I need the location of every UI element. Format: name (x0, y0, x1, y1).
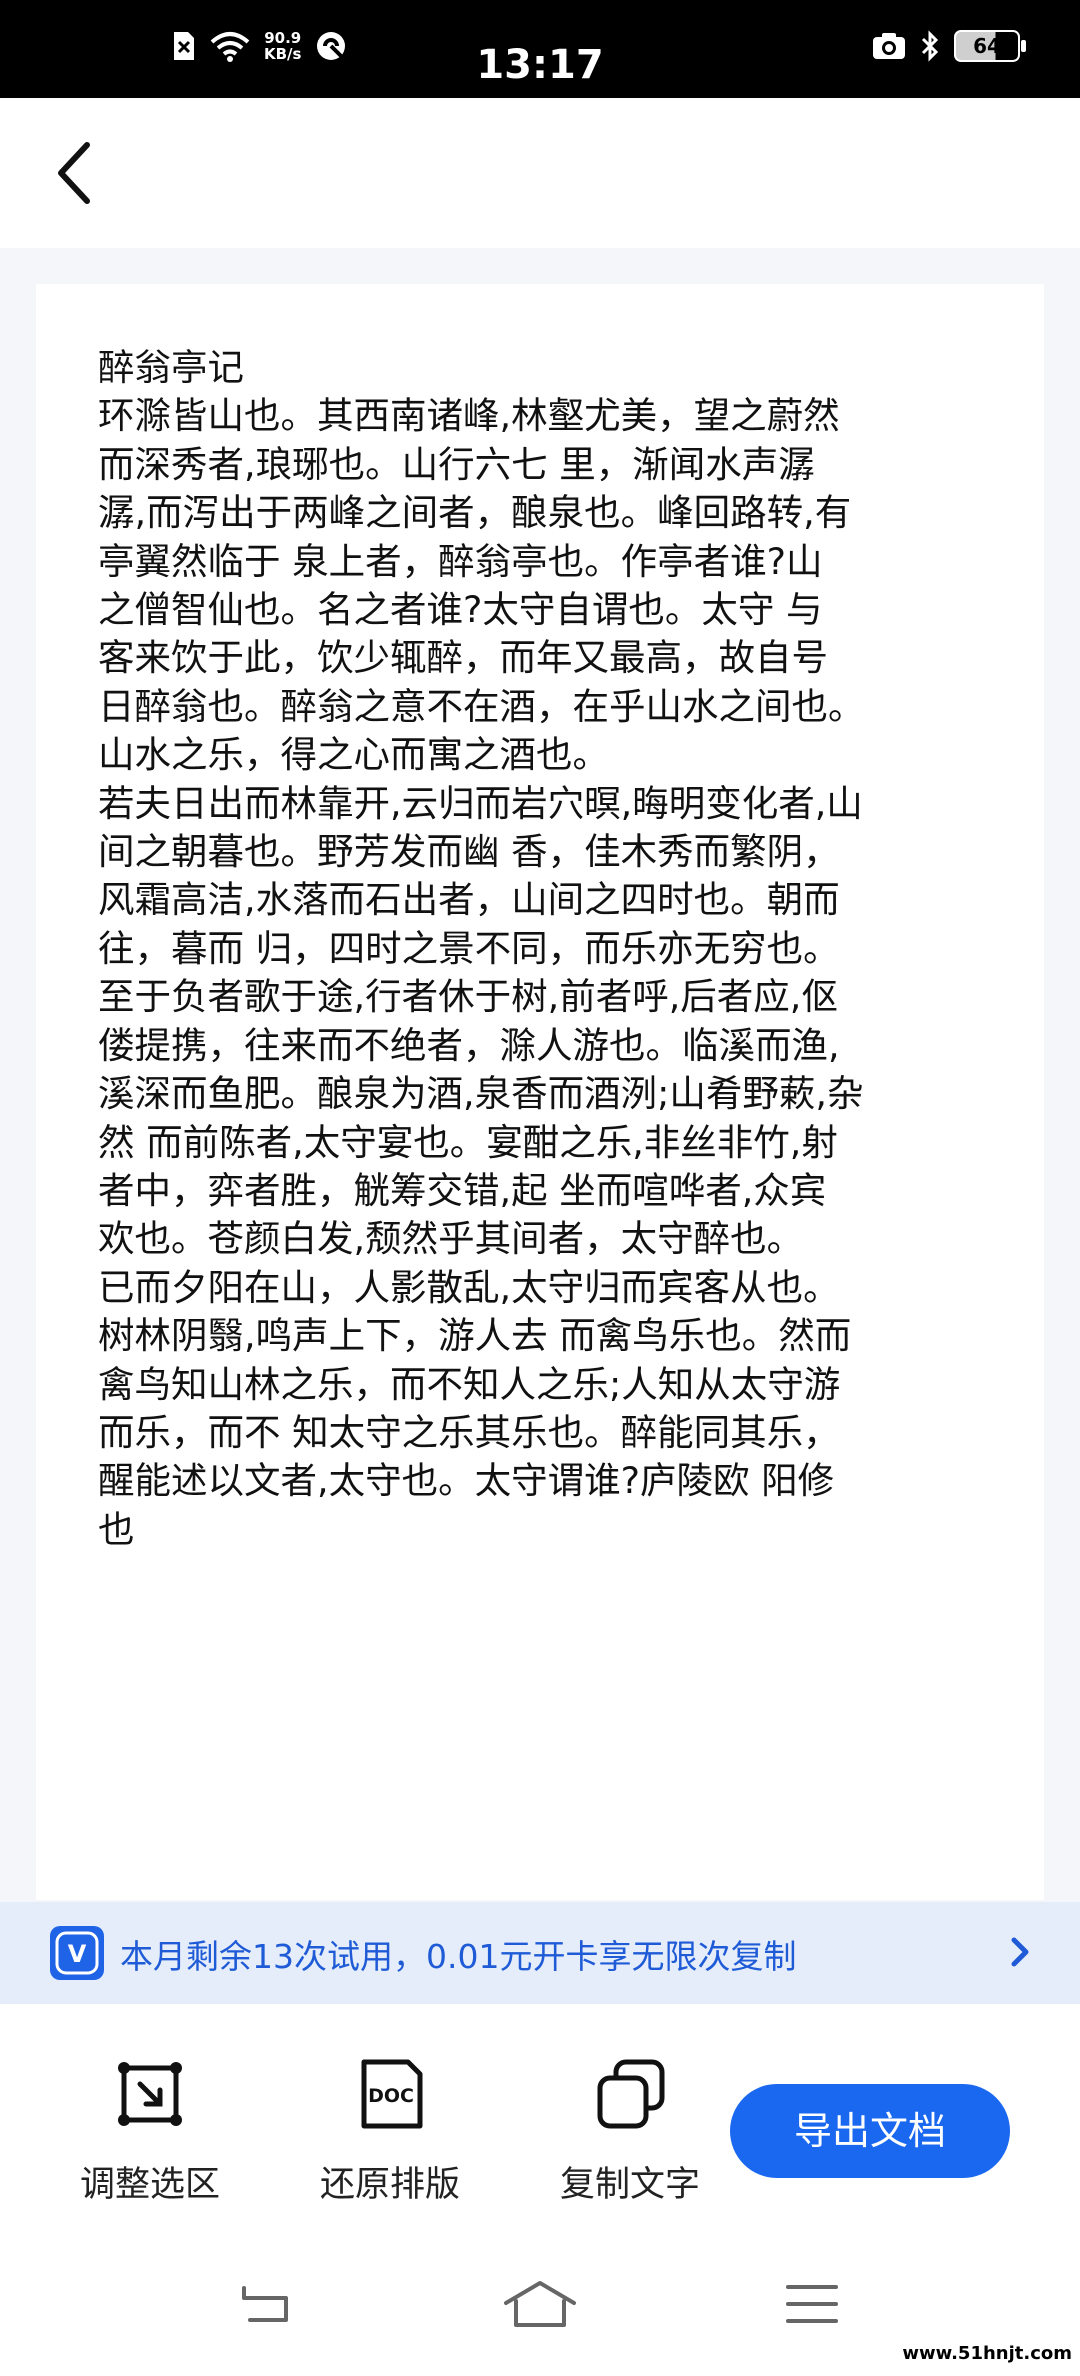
trial-promo-banner[interactable]: V 本月剩余13次试用，0.01元开卡享无限次复制 (0, 1902, 1080, 2004)
doc-icon: DOC (361, 2059, 423, 2129)
site-watermark: www.51hnjt.com (902, 2343, 1072, 2364)
nav-back-button[interactable] (228, 2274, 308, 2334)
nav-menu-icon (786, 2285, 838, 2323)
recognized-text-card: 醉翁亭记 环滁皆山也。其西南诸峰,林壑尤美，望之蔚然 而深秀者,琅琊也。山行六七… (36, 284, 1044, 1900)
text-line: 间之朝暮也。野芳发而幽 香，佳木秀而繁阴， (98, 830, 840, 874)
text-line: 潺,而泻出于两峰之间者，酿泉也。峰回路转,有 (98, 491, 852, 535)
text-line: 欢也。苍颜白发,颓然乎其间者，太守醉也。 (98, 1217, 804, 1261)
text-line: 禽鸟知山林之乐，而不知人之乐;人知从太守游 (98, 1362, 841, 1406)
back-arrow-icon (58, 142, 90, 204)
adjust-selection-button[interactable]: 调整选区 (50, 2054, 250, 2207)
text-line: 醒能述以文者,太守也。太守谓谁?庐陵欧 阳修 (98, 1459, 835, 1503)
nav-home-icon (504, 2281, 576, 2327)
adjust-selection-label: 调整选区 (79, 2165, 220, 2205)
promo-text: 本月剩余13次试用，0.01元开卡享无限次复制 (120, 1937, 797, 1976)
vip-icon-letter: V (68, 1940, 87, 1968)
camera-icon (873, 33, 905, 59)
back-button[interactable] (40, 138, 110, 208)
text-line: 而深秀者,琅琊也。山行六七 里，渐闻水声潺 (98, 442, 815, 486)
text-line: 而乐，而不 知太守之乐其乐也。醉能同其乐， (98, 1410, 840, 1454)
crop-select-icon (118, 2062, 182, 2126)
text-line: 亭翼然临于 泉上者，醉翁亭也。作亭者谁?山 (98, 539, 823, 583)
restore-layout-label: 还原排版 (319, 2165, 460, 2205)
nav-back-icon (242, 2286, 288, 2322)
chevron-right-icon (1011, 1937, 1029, 1967)
text-line: 日醉翁也。醉翁之意不在酒，在乎山水之间也。 (98, 684, 865, 728)
vip-icon: V (50, 1926, 104, 1980)
bluetooth-icon (921, 30, 939, 62)
recognized-text[interactable]: 醉翁亭记 环滁皆山也。其西南诸峰,林壑尤美，望之蔚然 而深秀者,琅琊也。山行六七… (98, 344, 1018, 1554)
system-nav-bar: www.51hnjt.com (0, 2234, 1080, 2376)
text-line: 之僧智仙也。名之者谁?太守自谓也。太守 与 (98, 588, 823, 632)
text-line: 若夫日出而林靠开,云归而岩穴暝,晦明变化者,山 (98, 781, 863, 825)
bottom-toolbar: 调整选区 DOC 还原排版 复制文字 导出文档 (0, 2004, 1080, 2234)
export-document-button[interactable]: 导出文档 (730, 2084, 1010, 2178)
text-line: 者中，弈者胜，觥筹交错,起 坐而喧哗者,众宾 (98, 1168, 827, 1212)
text-line: 醉翁亭记 (98, 346, 244, 389)
app-header (0, 98, 1080, 248)
text-line: 已而夕阳在山，人影散乱,太守归而宾客从也。 (98, 1265, 840, 1309)
restore-layout-button[interactable]: DOC 还原排版 (290, 2054, 490, 2207)
text-line: 偻提携，往来而不绝者，滁人游也。临溪而渔, (98, 1023, 840, 1067)
nav-menu-button[interactable] (772, 2274, 852, 2334)
text-line: 至于负者歌于途,行者休于树,前者呼,后者应,伛 (98, 975, 838, 1019)
text-line: 溪深而鱼肥。酿泉为酒,泉香而酒洌;山肴野蔌,杂 (98, 1072, 864, 1116)
text-line: 环滁皆山也。其西南诸峰,林壑尤美，望之蔚然 (98, 394, 840, 438)
text-line: 然 而前陈者,太守宴也。宴酣之乐,非丝非竹,射 (98, 1120, 838, 1164)
status-right-icons: 64 (872, 30, 1026, 62)
status-bar: 90.9 KB/s 13:17 64 (0, 0, 1080, 98)
text-line: 树林阴翳,鸣声上下，游人去 而禽鸟乐也。然而 (98, 1314, 852, 1358)
nav-home-button[interactable] (500, 2274, 580, 2334)
battery-icon: 64 (954, 30, 1026, 62)
text-line: 客来饮于此，饮少辄醉，而年又最高，故自号 (98, 636, 828, 680)
copy-text-button[interactable]: 复制文字 (530, 2054, 730, 2207)
copy-text-label: 复制文字 (559, 2165, 700, 2205)
copy-icon (597, 2059, 665, 2129)
text-line: 风霜高洁,水落而石出者，山间之四时也。朝而 (98, 878, 840, 922)
doc-icon-text: DOC (368, 2085, 414, 2107)
text-line: 山水之乐，得之心而寓之酒也。 (98, 733, 609, 777)
text-line: 也 (98, 1507, 135, 1551)
text-line: 往，暮而 归，四时之景不同，而乐亦无穷也。 (98, 926, 840, 970)
